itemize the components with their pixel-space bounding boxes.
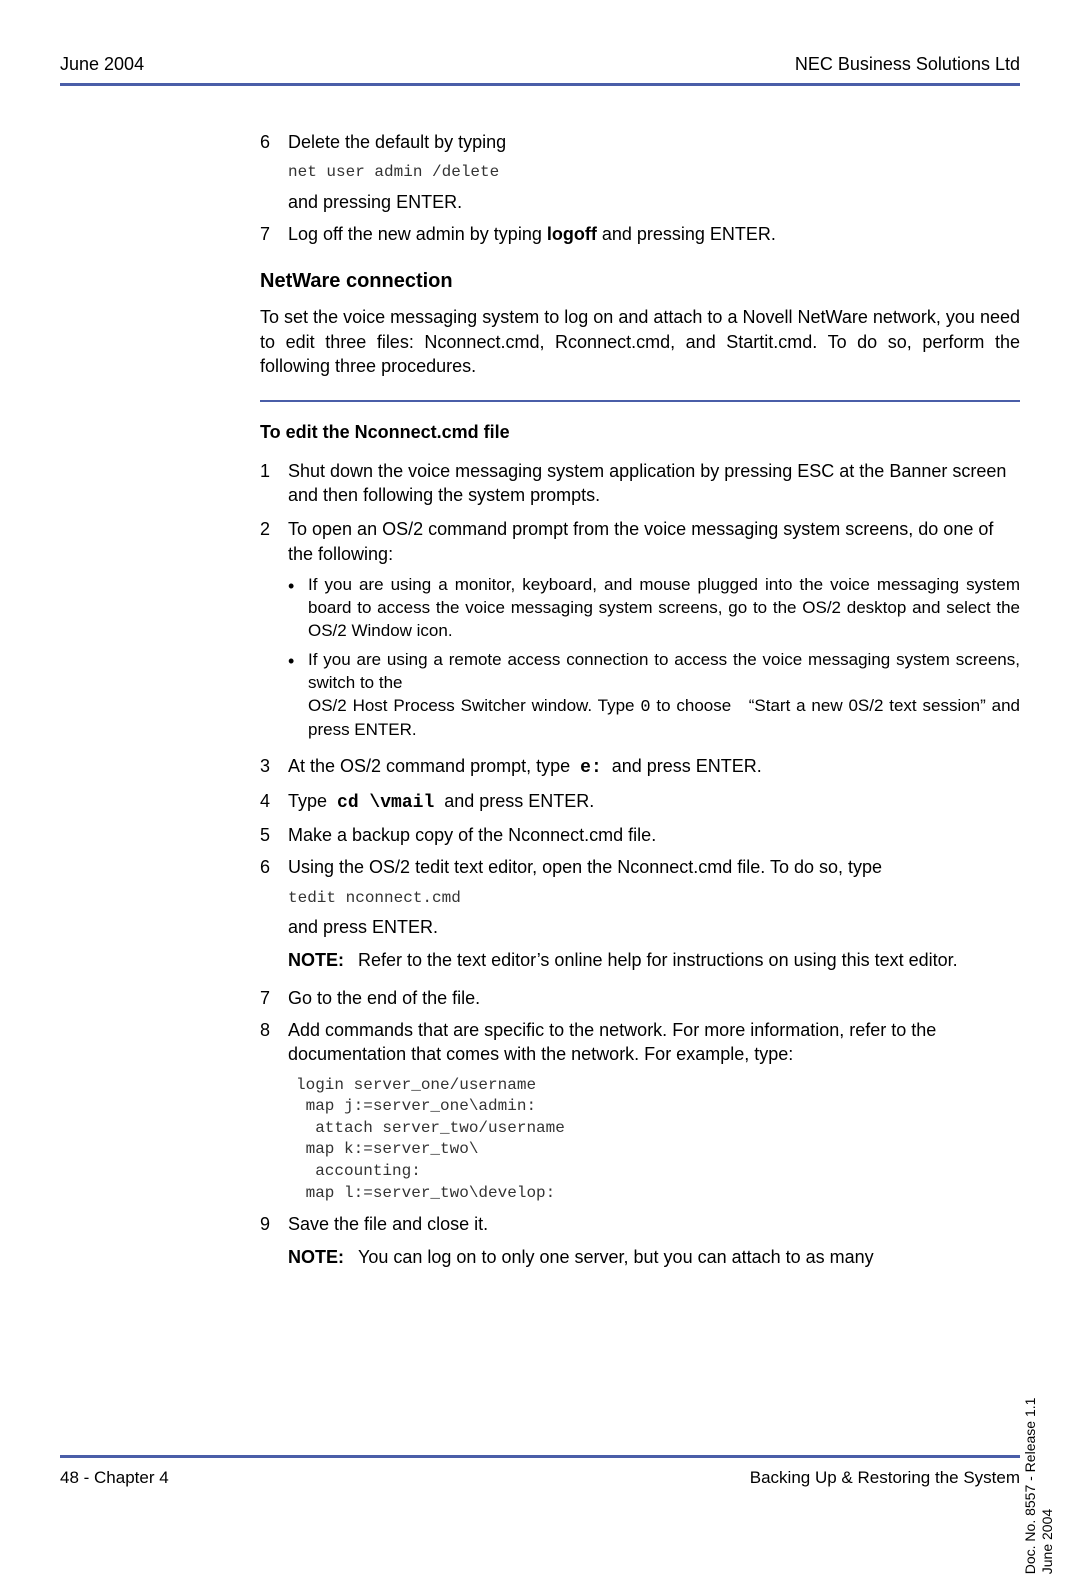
header-rule bbox=[60, 83, 1020, 86]
header-right: NEC Business Solutions Ltd bbox=[795, 54, 1020, 75]
step-text: Shut down the voice messaging system app… bbox=[288, 459, 1020, 508]
step-num: 8 bbox=[260, 1018, 288, 1067]
code-line: net user admin /delete bbox=[288, 162, 1020, 184]
step-after: and press ENTER. bbox=[288, 915, 1020, 939]
code-line: tedit nconnect.cmd bbox=[288, 888, 1020, 910]
note-body: Refer to the text editor’s online help f… bbox=[358, 948, 1020, 972]
step-num: 6 bbox=[260, 855, 288, 879]
step-num: 3 bbox=[260, 754, 288, 780]
step-num: 9 bbox=[260, 1212, 288, 1236]
section-heading: NetWare connection bbox=[260, 268, 1020, 295]
step-num: 4 bbox=[260, 789, 288, 815]
code-block: login server_one/username map j:=server_… bbox=[296, 1075, 1020, 1205]
step-text: To open an OS/2 command prompt from the … bbox=[288, 517, 1020, 566]
footer-right: Backing Up & Restoring the System bbox=[750, 1468, 1020, 1488]
bullet-dot-icon: • bbox=[288, 649, 308, 743]
section-rule bbox=[260, 400, 1020, 402]
footer-rule bbox=[60, 1455, 1020, 1458]
procedure-heading: To edit the Nconnect.cmd file bbox=[260, 420, 1020, 444]
step-after: and pressing ENTER. bbox=[288, 190, 1020, 214]
step-num: 5 bbox=[260, 823, 288, 847]
step-text: Make a backup copy of the Nconnect.cmd f… bbox=[288, 823, 1020, 847]
step-text: Save the file and close it. bbox=[288, 1212, 1020, 1236]
header-left: June 2004 bbox=[60, 54, 144, 75]
bullet-dot-icon: • bbox=[288, 574, 308, 643]
step-text: Add commands that are specific to the ne… bbox=[288, 1018, 1020, 1067]
section-para: To set the voice messaging system to log… bbox=[260, 305, 1020, 378]
step-text: Delete the default by typing bbox=[288, 130, 1020, 154]
step-num: 7 bbox=[260, 986, 288, 1010]
step-text: Using the OS/2 tedit text editor, open t… bbox=[288, 855, 1020, 879]
step-num: 1 bbox=[260, 459, 288, 508]
note-label: NOTE: bbox=[288, 948, 358, 972]
bullet-text: If you are using a monitor, keyboard, an… bbox=[308, 574, 1020, 643]
step-num: 6 bbox=[260, 130, 288, 154]
step-text: Go to the end of the file. bbox=[288, 986, 1020, 1010]
footer-left: 48 - Chapter 4 bbox=[60, 1468, 169, 1488]
note-label: NOTE: bbox=[288, 1245, 358, 1269]
step-text: Log off the new admin by typing logoff a… bbox=[288, 222, 1020, 246]
step-num: 7 bbox=[260, 222, 288, 246]
step-text: Type cd \vmail and press ENTER. bbox=[288, 789, 1020, 815]
side-docinfo: Doc. No. 8557 - Release 1.1June 2004 bbox=[1022, 1398, 1056, 1575]
bullet-text: If you are using a remote access connect… bbox=[308, 649, 1020, 743]
step-num: 2 bbox=[260, 517, 288, 566]
note-body: You can log on to only one server, but y… bbox=[358, 1245, 1020, 1269]
step-text: At the OS/2 command prompt, type e: and … bbox=[288, 754, 1020, 780]
